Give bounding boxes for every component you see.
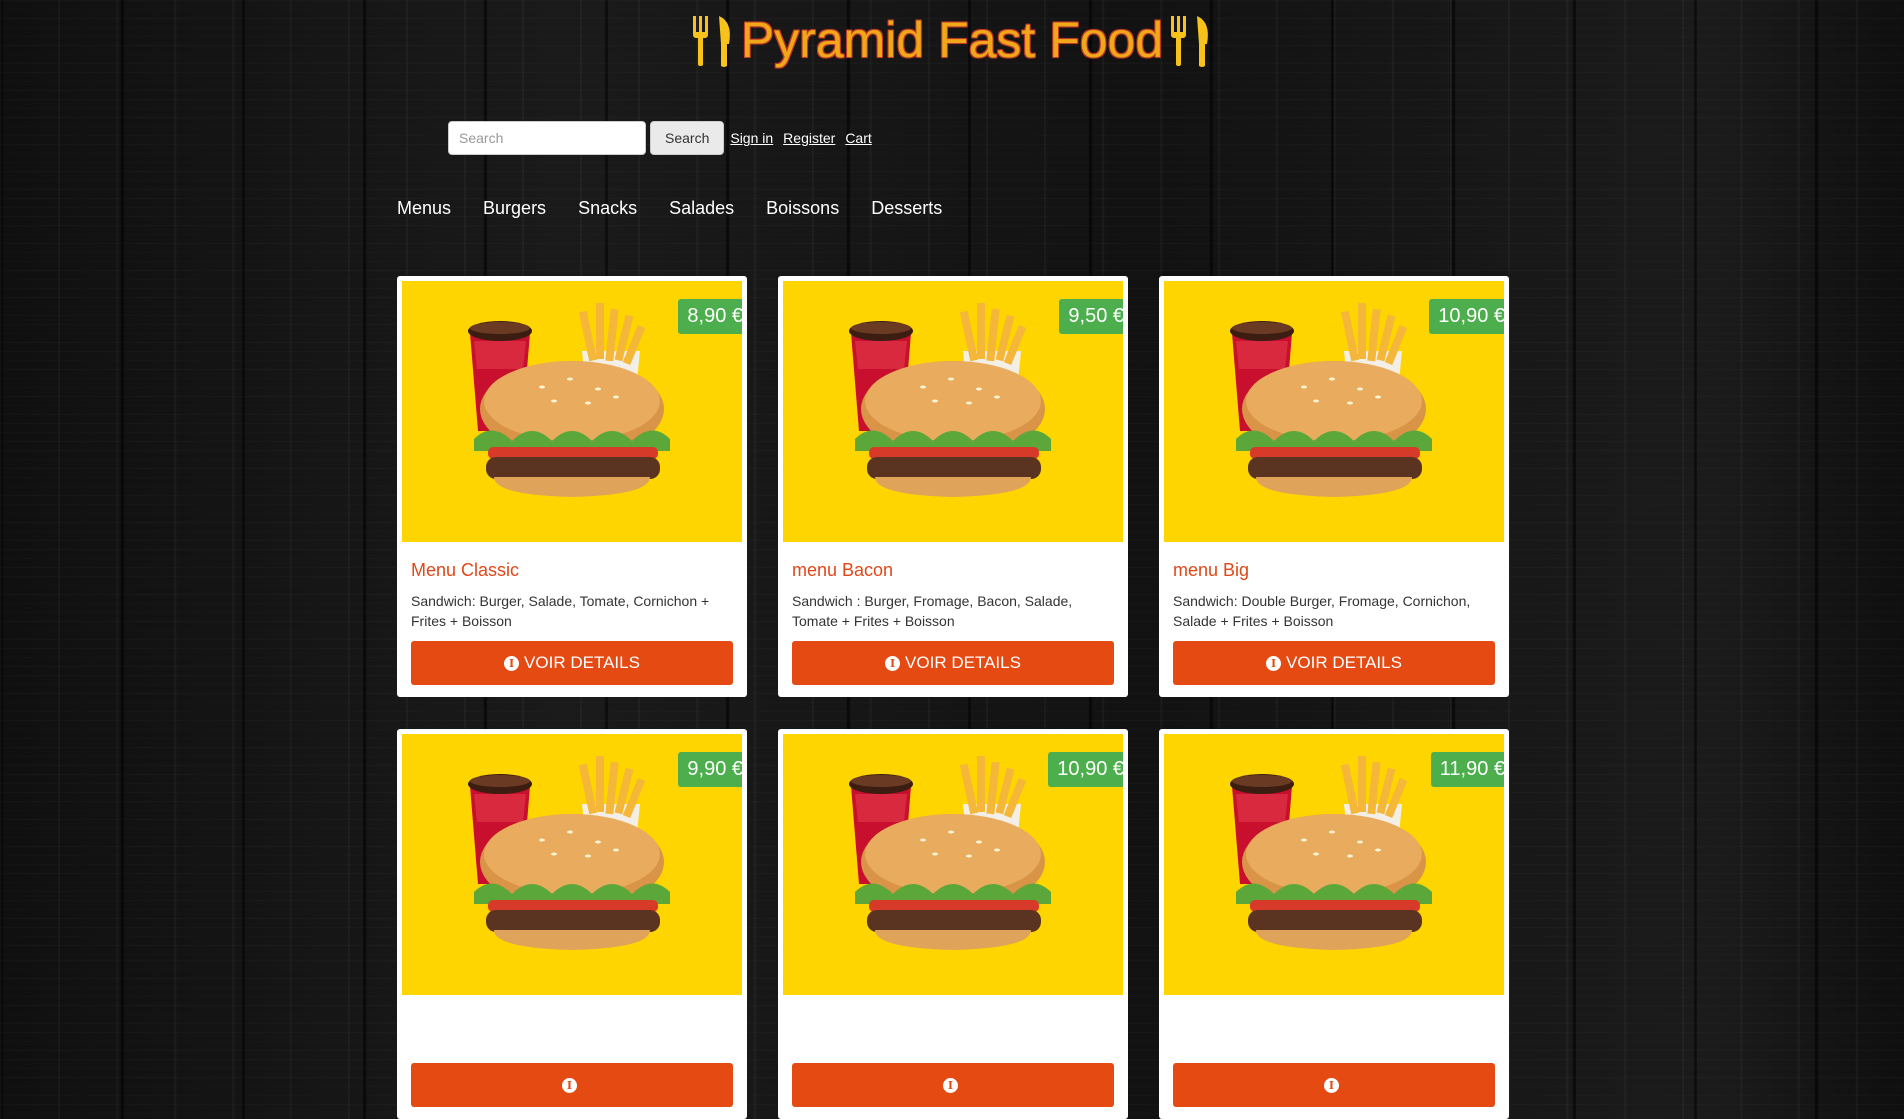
product-title[interactable]: menu Bacon	[792, 560, 1123, 581]
product-image[interactable]: 9,90 €	[402, 734, 742, 995]
product-image[interactable]: 9,50 €	[783, 281, 1123, 542]
product-card: 9,50 € menu Bacon Sandwich : Burger, Fro…	[778, 276, 1128, 697]
product-image[interactable]: 11,90 €	[1164, 734, 1504, 995]
info-icon: i	[1266, 655, 1282, 671]
product-card: 11,90 € i	[1159, 729, 1509, 1119]
info-icon: i	[562, 1077, 577, 1093]
brand[interactable]: Pyramid Fast Food	[689, 6, 1215, 74]
account-links: Sign in Register Cart	[730, 130, 871, 146]
product-card: 8,90 € Menu Classic Sandwich: Burger, Sa…	[397, 276, 747, 697]
product-grid: 8,90 € Menu Classic Sandwich: Burger, Sa…	[397, 276, 1509, 1119]
cutlery-icon	[1171, 16, 1209, 67]
product-description: Sandwich: Double Burger, Fromage, Cornic…	[1173, 593, 1471, 629]
nav-item-burgers[interactable]: Burgers	[483, 198, 546, 219]
view-details-button[interactable]: i	[411, 1063, 733, 1107]
view-details-label: VOIR DETAILS	[524, 653, 640, 672]
view-details-button[interactable]: i VOIR DETAILS	[1173, 641, 1495, 685]
info-icon: i	[885, 655, 901, 671]
product-description: Sandwich : Burger, Fromage, Bacon, Salad…	[792, 593, 1073, 629]
price-badge: 9,50 €	[1059, 299, 1123, 340]
cutlery-icon	[692, 16, 730, 67]
info-icon: i	[1324, 1077, 1339, 1093]
product-title[interactable]: Menu Classic	[411, 560, 742, 581]
nav-item-menus[interactable]: Menus	[397, 198, 451, 219]
view-details-button[interactable]: i	[1173, 1063, 1495, 1107]
price-badge: 9,90 €	[678, 752, 742, 793]
info-icon: i	[504, 655, 520, 671]
product-description	[1173, 1013, 1495, 1053]
nav-item-desserts[interactable]: Desserts	[871, 198, 942, 219]
nav-item-snacks[interactable]: Snacks	[578, 198, 637, 219]
view-details-button[interactable]: i VOIR DETAILS	[792, 641, 1114, 685]
search-button[interactable]: Search	[650, 121, 725, 155]
product-image[interactable]: 10,90 €	[783, 734, 1123, 995]
price-badge: 10,90 €	[1048, 752, 1123, 793]
product-description: Sandwich: Burger, Salade, Tomate, Cornic…	[411, 593, 710, 629]
product-image[interactable]: 8,90 €	[402, 281, 742, 542]
cart-link[interactable]: Cart	[845, 130, 871, 146]
product-card: 10,90 € menu Big Sandwich: Double Burger…	[1159, 276, 1509, 697]
search-input[interactable]	[448, 121, 646, 155]
product-description	[411, 1013, 733, 1053]
nav-item-salades[interactable]: Salades	[669, 198, 734, 219]
price-badge: 8,90 €	[678, 299, 742, 340]
product-description	[792, 1013, 1114, 1053]
view-details-label: VOIR DETAILS	[905, 653, 1021, 672]
product-title[interactable]: menu Big	[1173, 560, 1504, 581]
register-link[interactable]: Register	[783, 130, 835, 146]
top-bar: Search Sign in Register Cart	[448, 121, 872, 155]
info-icon: i	[943, 1077, 958, 1093]
view-details-button[interactable]: i	[792, 1063, 1114, 1107]
site-header: Pyramid Fast Food	[0, 6, 1904, 75]
product-card: 10,90 € i	[778, 729, 1128, 1119]
nav-item-boissons[interactable]: Boissons	[766, 198, 839, 219]
view-details-button[interactable]: i VOIR DETAILS	[411, 641, 733, 685]
view-details-label: VOIR DETAILS	[1286, 653, 1402, 672]
category-nav: Menus Burgers Snacks Salades Boissons De…	[397, 198, 942, 219]
product-image[interactable]: 10,90 €	[1164, 281, 1504, 542]
price-badge: 11,90 €	[1430, 752, 1504, 787]
site-title: Pyramid Fast Food	[740, 12, 1164, 68]
sign-in-link[interactable]: Sign in	[730, 130, 773, 146]
price-badge: 10,90 €	[1429, 299, 1504, 340]
product-card: 9,90 € i	[397, 729, 747, 1119]
